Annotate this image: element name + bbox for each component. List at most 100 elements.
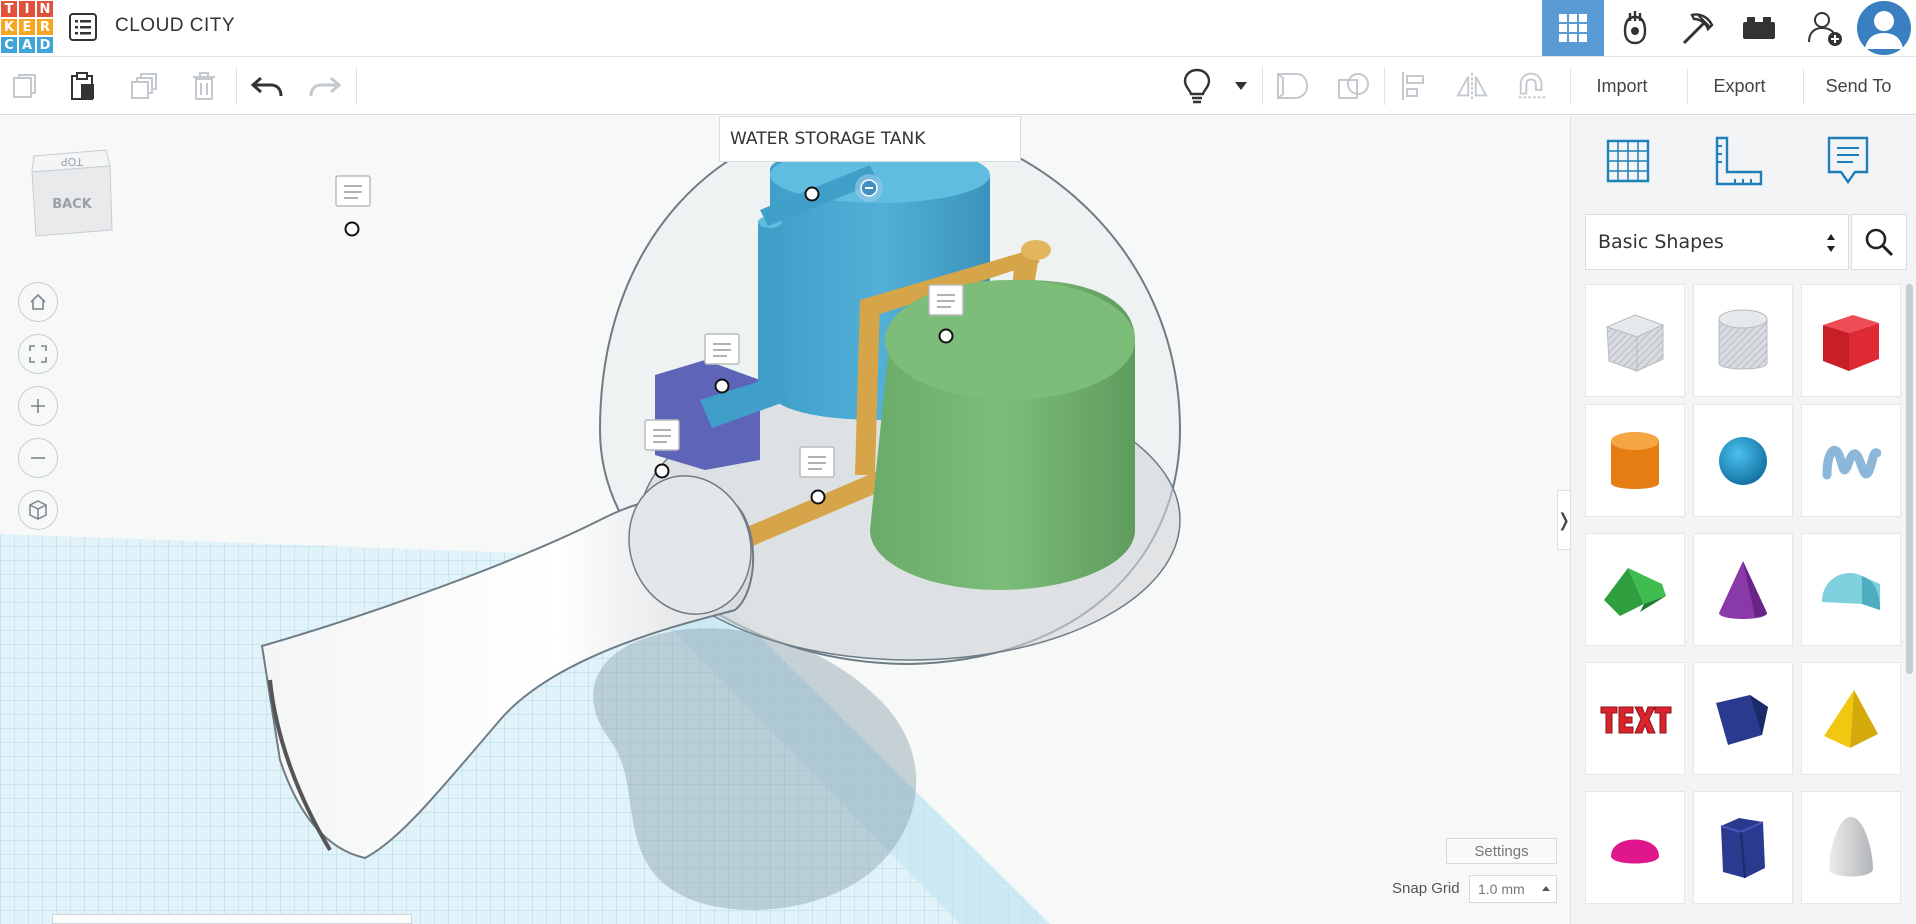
copy-button[interactable] bbox=[8, 69, 42, 103]
text-icon bbox=[1600, 706, 1672, 733]
shape-sphere[interactable] bbox=[1693, 404, 1793, 517]
home-view-button[interactable] bbox=[18, 282, 58, 322]
shape-paraboloid[interactable] bbox=[1801, 791, 1901, 904]
group-button[interactable] bbox=[1275, 69, 1309, 103]
paste-icon bbox=[71, 72, 94, 100]
ungroup-icon bbox=[1338, 73, 1369, 99]
notes-tab[interactable] bbox=[1817, 130, 1879, 192]
export-button[interactable]: Export bbox=[1687, 68, 1791, 104]
codeblocks-button[interactable] bbox=[1666, 0, 1728, 56]
cone-icon bbox=[1719, 560, 1767, 619]
green-tank bbox=[870, 280, 1135, 590]
tinkercad-logo[interactable]: T I N K E R C A D bbox=[0, 0, 53, 54]
3d-design-view-button[interactable] bbox=[1542, 0, 1604, 56]
workplane-tab[interactable] bbox=[1597, 130, 1659, 192]
settings-button[interactable]: Settings bbox=[1446, 838, 1557, 864]
shape-scribble[interactable] bbox=[1801, 404, 1901, 517]
wedge-icon bbox=[1716, 694, 1768, 745]
fit-view-button[interactable] bbox=[18, 334, 58, 374]
view-cube-front-label: BACK bbox=[52, 197, 93, 212]
note-pin bbox=[335, 175, 371, 237]
snap-grid-value: 1.0 mm bbox=[1478, 881, 1525, 897]
collapse-panel-button[interactable]: ❭ bbox=[1556, 490, 1570, 550]
logo-letter: I bbox=[19, 1, 35, 17]
select-arrows-icon bbox=[1827, 234, 1835, 252]
search-icon bbox=[1865, 228, 1894, 257]
circuits-icon bbox=[1623, 11, 1647, 45]
zoom-in-icon bbox=[31, 399, 45, 413]
polygon-icon bbox=[1720, 817, 1765, 878]
logo-letter: N bbox=[37, 1, 53, 17]
shape-half-sphere[interactable] bbox=[1585, 791, 1685, 904]
shape-pyramid[interactable] bbox=[1801, 662, 1901, 775]
delete-button[interactable] bbox=[187, 69, 221, 103]
import-button[interactable]: Import bbox=[1570, 68, 1673, 104]
show-options-dropdown[interactable] bbox=[1226, 69, 1256, 103]
circuits-button[interactable] bbox=[1604, 0, 1666, 56]
logo-letter: A bbox=[19, 37, 35, 53]
user-avatar-button[interactable] bbox=[1852, 0, 1916, 56]
redo-button[interactable] bbox=[308, 69, 342, 103]
perspective-toggle-button[interactable] bbox=[18, 490, 58, 530]
paraboloid-icon bbox=[1829, 816, 1873, 876]
workplane-icon bbox=[1606, 139, 1650, 183]
notes-icon bbox=[1827, 136, 1869, 185]
undo-button[interactable] bbox=[250, 69, 284, 103]
selected-object-label[interactable]: WATER STORAGE TANK bbox=[719, 116, 1021, 162]
top-bar: T I N K E R C A D CLOUD CITY bbox=[0, 0, 1916, 57]
tinkercad-app: T I N K E R C A D CLOUD CITY Import Expo… bbox=[0, 0, 1916, 924]
shape-round-roof[interactable] bbox=[1801, 533, 1901, 646]
view-cube-top-label: TOP bbox=[61, 155, 84, 168]
delete-icon bbox=[193, 72, 215, 100]
ortho-view-icon bbox=[29, 500, 47, 520]
shape-box[interactable] bbox=[1801, 284, 1901, 397]
paste-button[interactable] bbox=[66, 69, 100, 103]
invite-user-button[interactable] bbox=[1794, 0, 1856, 56]
shape-cylinder-hole[interactable] bbox=[1693, 284, 1793, 397]
project-menu-button[interactable] bbox=[68, 12, 98, 42]
shape-cylinder[interactable] bbox=[1585, 404, 1685, 517]
send-to-button[interactable]: Send To bbox=[1803, 68, 1913, 104]
shape-roof[interactable] bbox=[1585, 533, 1685, 646]
shape-category-value: Basic Shapes bbox=[1598, 231, 1724, 253]
bricks-button[interactable] bbox=[1728, 0, 1790, 56]
magnet-icon bbox=[1518, 72, 1546, 99]
bricks-icon bbox=[1743, 17, 1775, 39]
cruise-magnet-button[interactable] bbox=[1515, 69, 1549, 103]
shape-polygon[interactable] bbox=[1693, 791, 1793, 904]
align-icon bbox=[1402, 72, 1424, 100]
scene-canvas[interactable] bbox=[0, 116, 1570, 924]
panel-scrollbar[interactable] bbox=[1906, 284, 1913, 674]
note-pin bbox=[804, 186, 820, 202]
redo-icon bbox=[309, 76, 341, 97]
zoom-in-button[interactable] bbox=[18, 386, 58, 426]
shape-cone[interactable] bbox=[1693, 533, 1793, 646]
shape-wedge[interactable] bbox=[1693, 662, 1793, 775]
add-user-icon bbox=[1808, 12, 1842, 46]
shapes-panel: Basic Shapes bbox=[1570, 116, 1916, 924]
shape-text[interactable] bbox=[1585, 662, 1685, 775]
shape-category-select[interactable]: Basic Shapes bbox=[1585, 214, 1849, 270]
snap-grid-select[interactable]: 1.0 mm bbox=[1469, 875, 1557, 903]
user-avatar-icon bbox=[1857, 1, 1911, 55]
zoom-out-button[interactable] bbox=[18, 438, 58, 478]
scribble-icon bbox=[1822, 445, 1881, 479]
list-menu-icon bbox=[69, 13, 97, 41]
box-hole-icon bbox=[1605, 313, 1665, 372]
ruler-tab[interactable] bbox=[1707, 130, 1769, 192]
show-all-button[interactable] bbox=[1180, 68, 1214, 104]
ungroup-button[interactable] bbox=[1336, 69, 1370, 103]
duplicate-button[interactable] bbox=[127, 69, 161, 103]
dropdown-caret-icon bbox=[1235, 82, 1247, 90]
mirror-button[interactable] bbox=[1455, 69, 1489, 103]
shape-box-hole[interactable] bbox=[1585, 284, 1685, 397]
3d-viewport[interactable]: WATER STORAGE TANK TOP BACK ❭ Setti bbox=[0, 116, 1570, 924]
snap-grid-label: Snap Grid bbox=[1392, 880, 1460, 897]
fit-all-icon bbox=[29, 345, 47, 363]
shape-search-button[interactable] bbox=[1851, 214, 1907, 270]
view-cube[interactable]: TOP BACK bbox=[28, 146, 114, 238]
align-button[interactable] bbox=[1398, 69, 1432, 103]
logo-letter: K bbox=[1, 19, 17, 35]
project-title[interactable]: CLOUD CITY bbox=[115, 15, 235, 37]
caret-up-icon bbox=[1542, 886, 1550, 891]
